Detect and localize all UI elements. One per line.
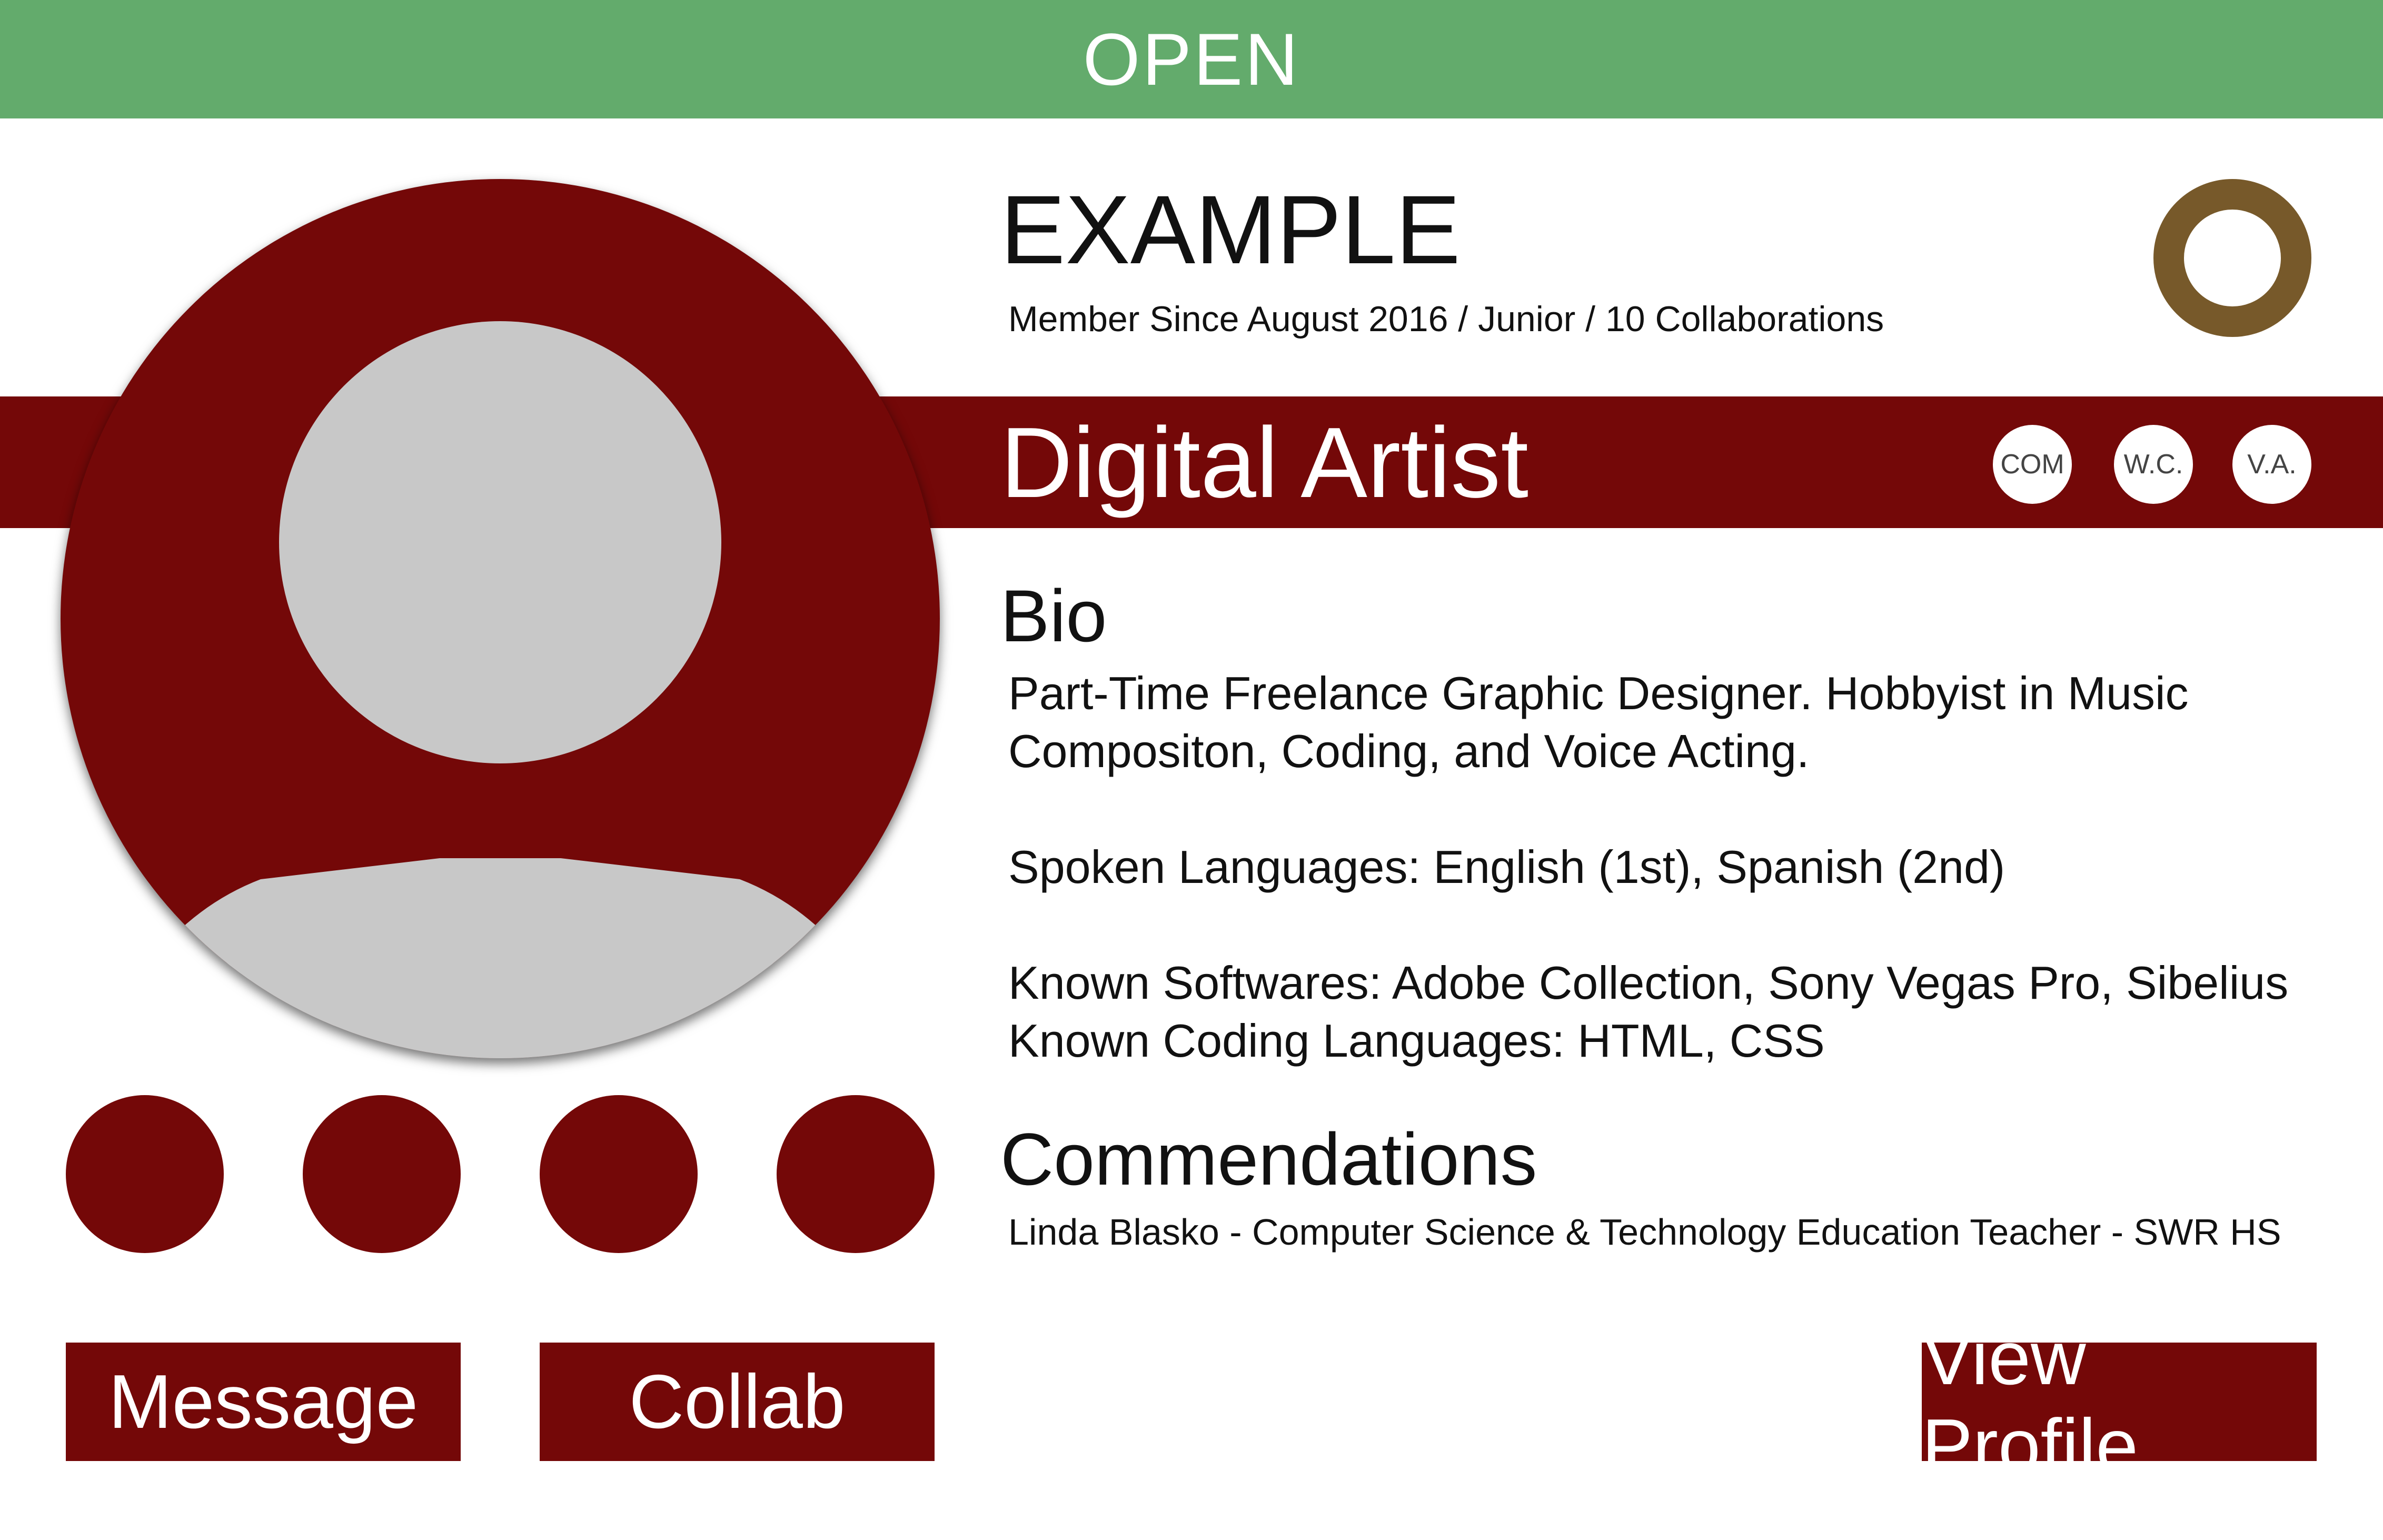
commendation-item: Linda Blasko - Computer Science & Techno… — [1008, 1211, 2281, 1253]
bio-text: Part-Time Freelance Graphic Designer. Ho… — [1008, 664, 2356, 1070]
avatar[interactable] — [61, 179, 940, 1058]
ring-icon — [2153, 179, 2311, 337]
circle-icon[interactable] — [303, 1095, 461, 1253]
collab-button[interactable]: Collab — [540, 1343, 935, 1461]
status-label: OPEN — [1083, 17, 1300, 101]
circle-icon[interactable] — [66, 1095, 224, 1253]
bio-line: Known Softwares: Adobe Collection, Sony … — [1008, 957, 2289, 1009]
commendations-heading: Commendations — [1000, 1118, 1537, 1200]
skill-badge-va[interactable]: V.A. — [2232, 425, 2311, 504]
role-title: Digital Artist — [1000, 407, 1529, 519]
avatar-placeholder-icon — [61, 179, 940, 1058]
bio-heading: Bio — [1000, 574, 1107, 657]
message-button[interactable]: Message — [66, 1343, 461, 1461]
status-bar: OPEN — [0, 0, 2383, 118]
profile-name: EXAMPLE — [1000, 176, 1461, 284]
circle-icon[interactable] — [540, 1095, 698, 1253]
circle-icon[interactable] — [777, 1095, 935, 1253]
bio-line: Known Coding Languages: HTML, CSS — [1008, 1015, 1825, 1067]
member-meta: Member Since August 2016 / Junior / 10 C… — [1008, 299, 1884, 339]
skill-badge-wc[interactable]: W.C. — [2114, 425, 2193, 504]
bio-line: Part-Time Freelance Graphic Designer. Ho… — [1008, 667, 2189, 719]
bio-line: Compositon, Coding, and Voice Acting. — [1008, 725, 1810, 777]
bio-line: Spoken Languages: English (1st), Spanish… — [1008, 841, 2005, 893]
skill-badge-com[interactable]: COM — [1993, 425, 2072, 504]
view-profile-button[interactable]: View Profile — [1922, 1315, 2317, 1488]
